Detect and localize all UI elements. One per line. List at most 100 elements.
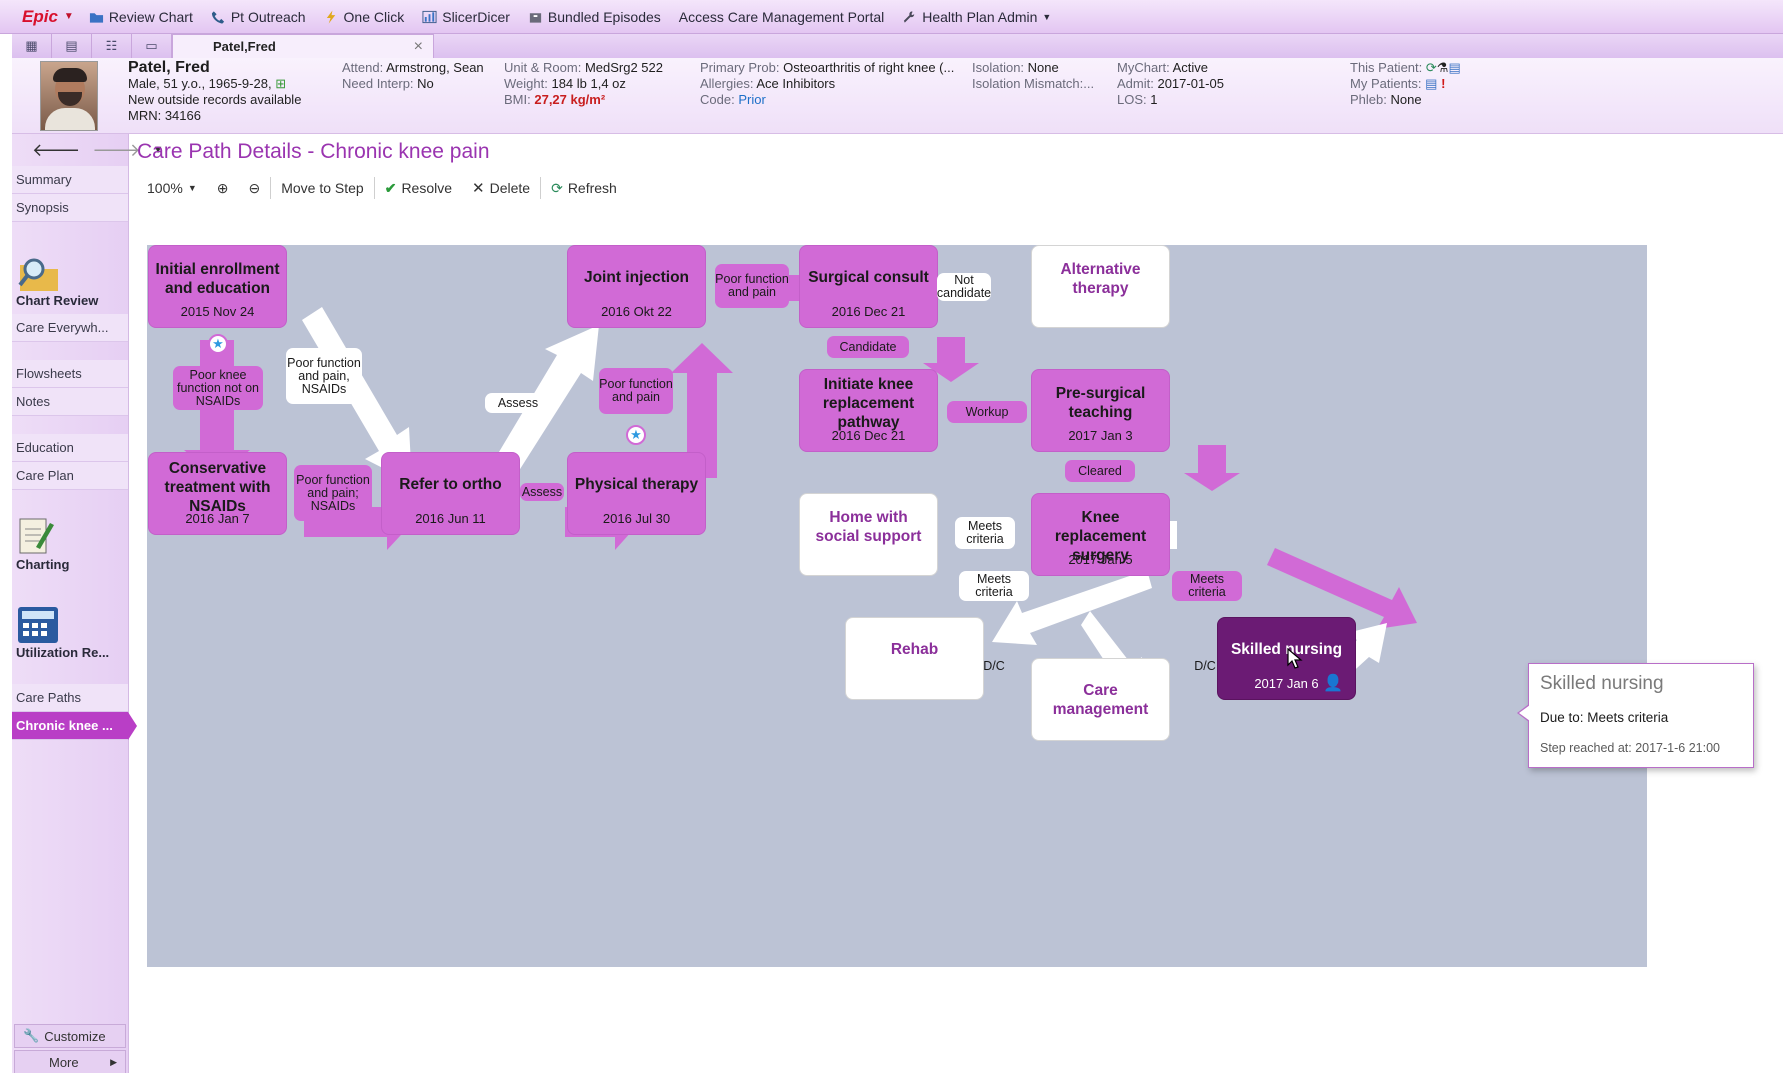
phleb-value: None [1390, 92, 1422, 107]
node-initial-enrollment[interactable]: Initial enrollment and education 2015 No… [148, 245, 287, 328]
tooltip-title: Skilled nursing [1540, 673, 1664, 694]
node-date: 2016 Jun 11 [415, 511, 486, 526]
close-icon[interactable]: × [414, 38, 423, 56]
nav-chronic-knee[interactable]: Chronic knee ... [12, 712, 137, 740]
review-chart-button[interactable]: Review Chart [80, 9, 202, 25]
refresh-label: Refresh [567, 180, 617, 196]
list-settings-icon[interactable]: ☷ [92, 34, 132, 58]
one-click-button[interactable]: One Click [315, 9, 414, 25]
bundled-episodes-button[interactable]: Bundled Episodes [519, 9, 670, 25]
edge-label: Not candidate [936, 273, 992, 301]
add-note-icon[interactable]: ⊞ [275, 76, 286, 91]
allergies-value[interactable]: Ace Inhibitors [756, 76, 835, 91]
calendar-grid-icon[interactable]: ▦ [12, 34, 52, 58]
node-joint-injection[interactable]: Joint injection 2016 Okt 22 [567, 245, 706, 328]
nav-flowsheets[interactable]: Flowsheets [12, 360, 128, 388]
nav-summary[interactable]: Summary [12, 166, 128, 194]
edge-label: Meets criteria [955, 517, 1015, 549]
hospital-icon [529, 12, 542, 23]
care-management-portal-button[interactable]: Access Care Management Portal [670, 9, 893, 25]
nav-synopsis[interactable]: Synopsis [12, 194, 128, 222]
review-chart-label: Review Chart [108, 8, 193, 25]
lab-icon[interactable]: ⚗ [1437, 60, 1449, 75]
node-refer-to-ortho[interactable]: Refer to ortho 2016 Jun 11 [381, 452, 520, 535]
nav-care-plan[interactable]: Care Plan [12, 462, 128, 490]
x-icon: ✕ [472, 180, 485, 197]
zoom-out-button[interactable]: ⊖ [238, 180, 270, 197]
nav-care-everywhere[interactable]: Care Everywh... [12, 314, 128, 342]
node-title: Conservative treatment with NSAIDs [164, 460, 271, 515]
inbox-icon[interactable]: ▭ [132, 34, 172, 58]
bmi-value: 27,27 kg/m² [534, 92, 606, 107]
mychart-value: Active [1172, 60, 1209, 75]
weight-value: 184 lb 1,4 oz [551, 76, 626, 91]
patient-name[interactable]: Patel, Fred [128, 60, 301, 76]
los-value: 1 [1150, 92, 1158, 107]
admit-value: 2017-01-05 [1157, 76, 1224, 91]
zoom-select[interactable]: 100% ▼ [137, 180, 207, 196]
nav-chart-review[interactable]: Chart Review [12, 240, 128, 314]
edge-label: Cleared [1065, 460, 1135, 482]
forward-arrow-icon[interactable]: 🡒 [92, 140, 140, 161]
epic-menu-button[interactable]: Epic ▼ [14, 7, 80, 27]
clipboard-icon[interactable]: ▤ [1448, 60, 1460, 75]
nav-charting[interactable]: Charting [12, 508, 128, 578]
zoom-in-button[interactable]: ⊕ [207, 180, 239, 197]
node-physical-therapy[interactable]: Physical therapy 2016 Jul 30 [567, 452, 706, 535]
node-title: Initial enrollment and education [155, 261, 280, 297]
refresh-icon[interactable]: ⟳ [1426, 60, 1437, 75]
bmi-label: BMI: [504, 92, 531, 107]
node-surgical-consult[interactable]: Surgical consult 2016 Dec 21 [799, 245, 938, 328]
code-link[interactable]: Prior [738, 92, 765, 107]
nav-charting-label: Charting [16, 557, 70, 572]
one-click-label: One Click [343, 8, 405, 25]
node-alternative-therapy[interactable]: Alternative therapy [1031, 245, 1170, 328]
pt-outreach-button[interactable]: Pt Outreach [202, 9, 315, 25]
refresh-button[interactable]: ⟳ Refresh [541, 180, 627, 197]
edge-label: Poor function and pain, NSAIDs [286, 348, 362, 404]
los-label: LOS: [1117, 92, 1147, 107]
problem-block: Primary Prob: Osteoarthritis of right kn… [700, 60, 954, 108]
prob-value[interactable]: Osteoarthritis of right knee (... [783, 60, 954, 75]
node-care-management[interactable]: Care management [1031, 658, 1170, 741]
outside-records[interactable]: New outside records available [128, 92, 301, 108]
node-initiate-knee-replacement[interactable]: Initiate knee replacement pathway 2016 D… [799, 369, 938, 452]
delete-button[interactable]: ✕ Delete [462, 179, 540, 197]
tab-patient[interactable]: Patel,Fred × [172, 34, 434, 58]
wrench-icon [904, 10, 915, 23]
node-conservative-treatment[interactable]: Conservative treatment with NSAIDs 2016 … [148, 452, 287, 535]
clipboard-icon[interactable]: ▤ [1425, 76, 1437, 91]
back-arrow-icon[interactable]: 🡐 [32, 140, 80, 161]
prob-label: Primary Prob: [700, 60, 780, 75]
resolve-button[interactable]: ✔ Resolve [375, 180, 462, 197]
health-plan-admin-button[interactable]: Health Plan Admin ▼ [893, 9, 1060, 25]
calendar-icon[interactable]: ▤ [52, 34, 92, 58]
node-date: 2016 Okt 22 [601, 304, 672, 319]
customize-label: Customize [44, 1028, 106, 1044]
node-knee-replacement-surgery[interactable]: Knee replacement surgery 2017 Jan 5 [1031, 493, 1170, 576]
patient-identity: Patel, Fred Male, 51 y.o., 1965-9-28, ⊞ … [128, 60, 301, 124]
node-rehab[interactable]: Rehab [845, 617, 984, 700]
node-date: 2016 Dec 21 [831, 428, 906, 443]
my-patients-label: My Patients: [1350, 76, 1422, 91]
weight-label: Weight: [504, 76, 548, 91]
customize-button[interactable]: 🔧 Customize [14, 1024, 126, 1048]
edge-label: Assess [520, 483, 564, 501]
node-date: 2017 Jan 3 [1068, 428, 1133, 443]
node-pre-surgical-teaching[interactable]: Pre-surgical teaching 2017 Jan 3 [1031, 369, 1170, 452]
node-date: 2016 Jan 7 [185, 511, 250, 526]
more-label: More [49, 1054, 79, 1070]
node-title: Surgical consult [808, 269, 929, 286]
nav-care-paths[interactable]: Care Paths [12, 684, 128, 712]
more-button[interactable]: More ▶ [14, 1050, 126, 1073]
nav-utilization[interactable]: Utilization Re... [12, 596, 128, 666]
move-to-step-button[interactable]: Move to Step [271, 180, 374, 196]
node-home-with-social-support[interactable]: Home with social support [799, 493, 938, 576]
slicerdicer-button[interactable]: SlicerDicer [413, 9, 519, 25]
interp-label: Need Interp: [342, 76, 414, 91]
node-title: Refer to ortho [399, 476, 502, 493]
nav-education[interactable]: Education [12, 434, 128, 462]
top-toolbar: Epic ▼ Review Chart Pt Outreach One Clic… [0, 0, 1783, 34]
alert-icon[interactable]: ! [1441, 76, 1445, 91]
nav-notes[interactable]: Notes [12, 388, 128, 416]
